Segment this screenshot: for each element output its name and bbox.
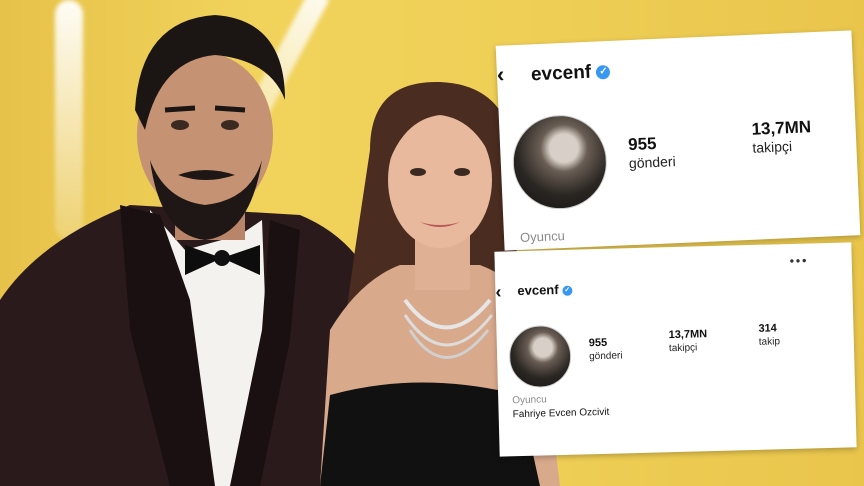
profile-screenshot-top: ‹ evcenf ✓ 955 gönderi 13,7MN takipçi Oy… — [495, 30, 861, 251]
chevron-left-icon[interactable]: ‹ — [496, 62, 504, 88]
verified-badge-icon: ✓ — [596, 64, 611, 80]
following-count[interactable]: 314 — [758, 322, 777, 334]
profile-photo[interactable] — [508, 324, 572, 389]
followers-count[interactable]: 13,7MN — [751, 117, 811, 140]
posts-label: gönderi — [589, 350, 623, 363]
followers-label: takipçi — [752, 138, 793, 156]
posts-label: gönderi — [628, 153, 676, 172]
following-label: takip — [758, 336, 781, 348]
username: evcenf — [517, 282, 559, 299]
full-name: Fahriye Evcen Ozcivit — [512, 406, 610, 421]
more-options-icon[interactable]: ••• — [790, 253, 809, 267]
profile-photo[interactable] — [510, 113, 609, 212]
username: evcenf — [530, 61, 592, 86]
profile-screenshot-bottom: ‹ evcenf ✓ ••• 955 gönderi 13,7MN takipç… — [494, 242, 857, 457]
followers-count[interactable]: 13,7MN — [668, 328, 707, 341]
chevron-left-icon[interactable]: ‹ — [495, 282, 502, 303]
posts-count: 955 — [627, 133, 657, 155]
bio-category: Oyuncu — [512, 394, 547, 407]
verified-badge-icon: ✓ — [562, 285, 573, 296]
bio-category: Oyuncu — [519, 228, 566, 245]
followers-label: takipçi — [668, 342, 698, 355]
posts-count: 955 — [588, 336, 608, 350]
